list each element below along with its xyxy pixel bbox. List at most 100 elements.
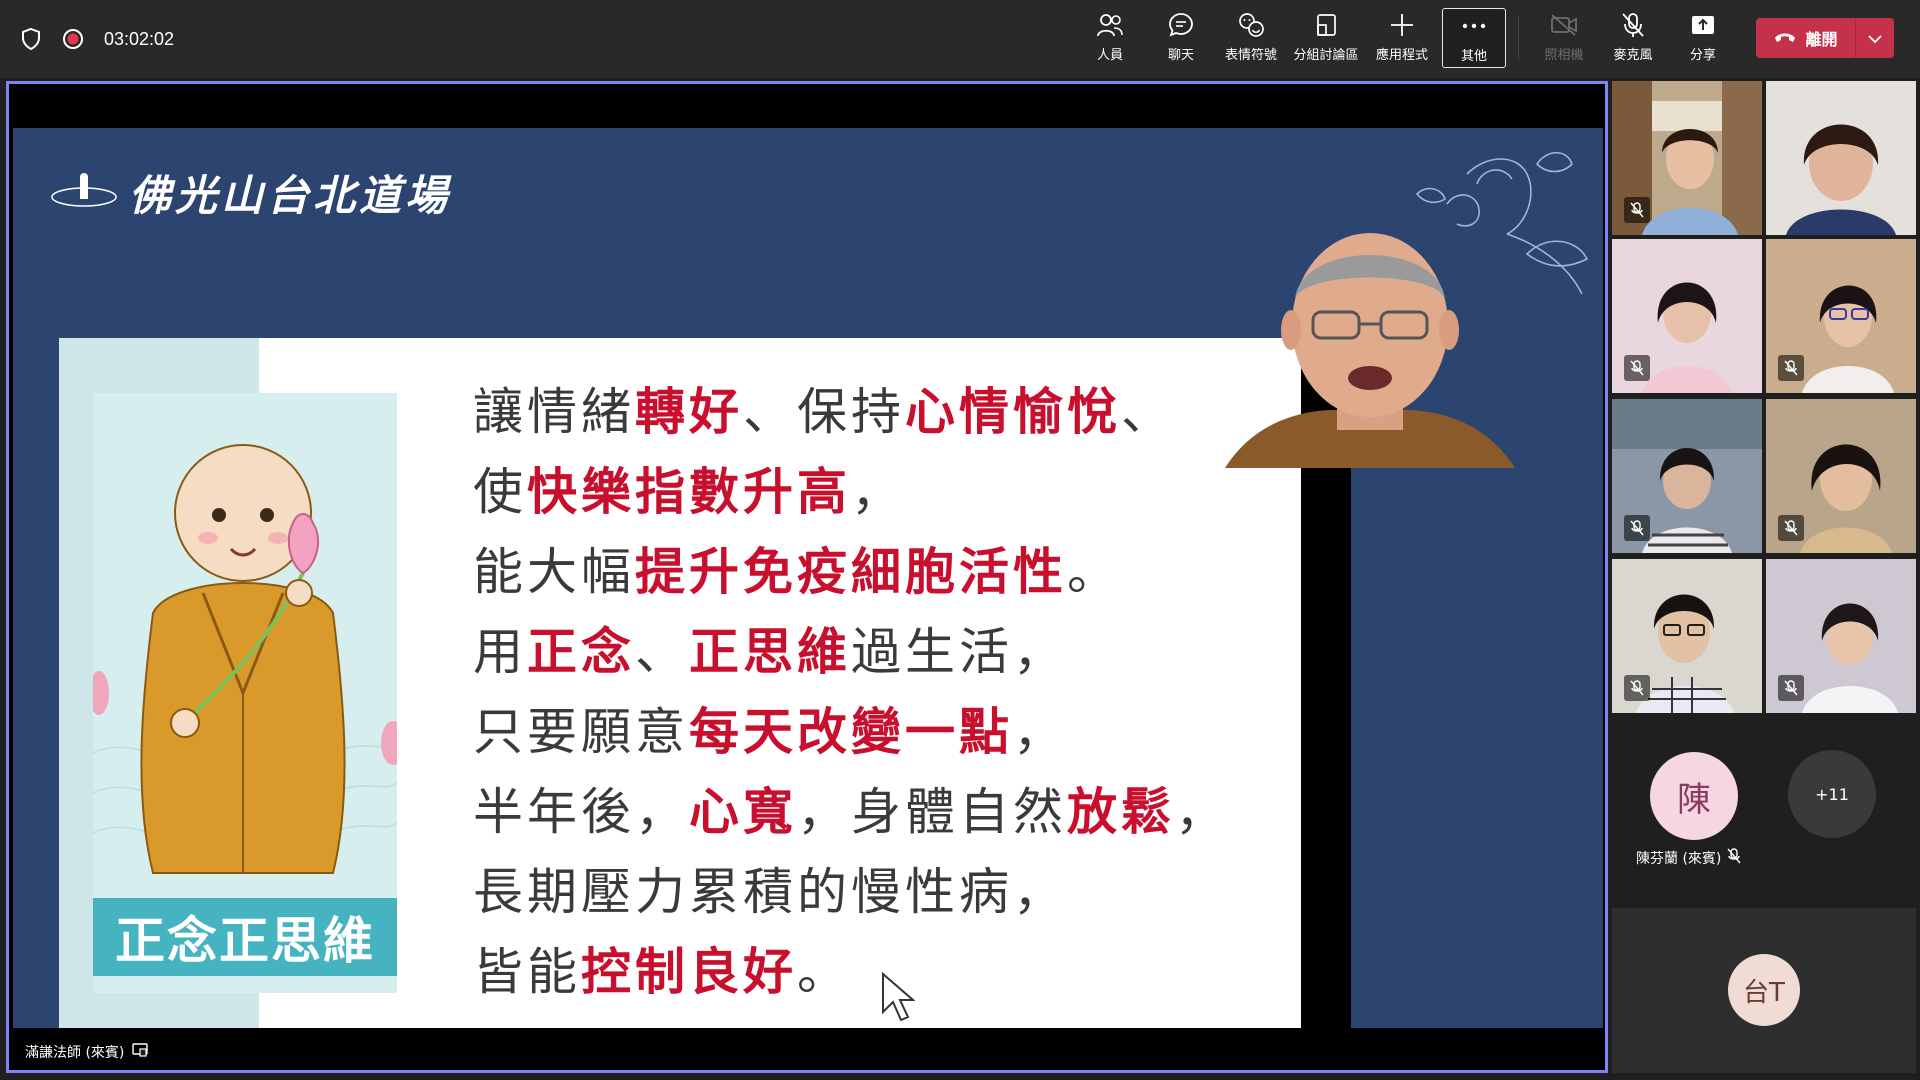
leave-button[interactable]: 離開 xyxy=(1756,18,1855,58)
meeting-window: 03:02:02 人員 聊天 表情符號 分組討論區 應用程式 其他 照相機 麥克… xyxy=(0,0,1920,1080)
shield-icon[interactable] xyxy=(20,27,42,51)
participant-name-tag: 陳芬蘭 (來賓) xyxy=(1636,848,1741,868)
self-view-tile[interactable]: 台T xyxy=(1612,908,1916,1073)
meeting-timer: 03:02:02 xyxy=(104,28,175,49)
participant-video-tile[interactable] xyxy=(1612,239,1762,393)
participant-name: 陳芬蘭 (來賓) xyxy=(1636,851,1722,867)
text-segment: 。 xyxy=(797,943,851,1001)
recording-icon xyxy=(62,28,84,50)
apps-button[interactable]: 應用程式 xyxy=(1370,8,1434,68)
highlighted-text: 每天改變一點 xyxy=(689,703,1013,761)
share-button[interactable]: 分享 xyxy=(1671,8,1735,68)
participant-video-tile[interactable] xyxy=(1766,399,1916,553)
chat-icon xyxy=(1167,8,1195,42)
slide-text-line: 讓情緒轉好、保持心情愉悅、 xyxy=(473,372,1293,452)
highlighted-text: 心寬 xyxy=(689,783,797,841)
participant-video-tile[interactable] xyxy=(1766,81,1916,235)
meeting-toolbar: 03:02:02 人員 聊天 表情符號 分組討論區 應用程式 其他 照相機 麥克… xyxy=(0,0,1920,78)
roster-panel: 陳 +11 陳芬蘭 (來賓) xyxy=(1612,722,1916,908)
highlighted-text: 控制良好 xyxy=(581,943,797,1001)
text-segment: 只要願意 xyxy=(473,703,689,761)
breakout-rooms-button[interactable]: 分組討論區 xyxy=(1293,8,1359,68)
chat-label: 聊天 xyxy=(1167,48,1194,63)
camera-label: 照相機 xyxy=(1544,48,1584,63)
mic-button[interactable]: 麥克風 xyxy=(1601,8,1665,68)
text-segment: 皆能 xyxy=(473,943,581,1001)
temple-name: 佛光山台北道場 xyxy=(129,171,452,220)
chat-button[interactable]: 聊天 xyxy=(1149,8,1213,68)
share-label: 分享 xyxy=(1689,48,1716,63)
participant-avatar[interactable]: 陳 xyxy=(1650,752,1738,840)
mic-off-icon xyxy=(1778,675,1804,701)
camera-off-icon xyxy=(1549,8,1579,42)
text-segment: ， xyxy=(851,463,905,521)
more-button[interactable]: 其他 xyxy=(1442,8,1506,68)
plus-icon xyxy=(1389,8,1415,42)
highlighted-text: 正念 xyxy=(527,623,635,681)
mic-off-icon xyxy=(1624,515,1650,541)
text-segment: 、 xyxy=(635,623,689,681)
presentation-slide: 佛光山台北道場 正念正思維 讓情緒轉好、保持心情愉悅、 使快樂指數升高， 能大幅… xyxy=(13,128,1603,1028)
text-segment: 。 xyxy=(1067,543,1121,601)
slide-text-line: 能大幅提升免疫細胞活性。 xyxy=(473,532,1293,612)
more-dots-icon xyxy=(1461,9,1487,43)
highlighted-text: 快樂指數升高 xyxy=(527,463,851,521)
mic-off-icon xyxy=(1778,515,1804,541)
apps-label: 應用程式 xyxy=(1375,48,1428,63)
people-button[interactable]: 人員 xyxy=(1078,8,1142,68)
chevron-down-icon xyxy=(1868,29,1882,48)
hang-up-icon xyxy=(1773,29,1797,48)
slide-text-line: 長期壓力累積的慢性病， xyxy=(473,852,1293,932)
temple-emblem-icon xyxy=(49,171,119,215)
participant-video-tile[interactable] xyxy=(1612,81,1762,235)
participant-video-tile[interactable] xyxy=(1612,559,1762,713)
mouse-pointer-icon xyxy=(881,971,916,1026)
text-segment: 長期壓力累積的慢性病， xyxy=(473,863,1067,921)
self-avatar: 台T xyxy=(1728,954,1800,1026)
more-label: 其他 xyxy=(1460,49,1487,64)
people-icon xyxy=(1096,8,1124,42)
highlighted-text: 轉好 xyxy=(635,383,743,441)
participant-video-tile[interactable] xyxy=(1766,559,1916,713)
reactions-label: 表情符號 xyxy=(1224,48,1277,63)
text-segment: 使 xyxy=(473,463,527,521)
presenter-name: 滿謙法師 (來賓) xyxy=(25,1045,125,1061)
slide-text-line: 用正念、正思維過生活， xyxy=(473,612,1293,692)
reactions-button[interactable]: 表情符號 xyxy=(1219,8,1283,68)
breakout-rooms-label: 分組討論區 xyxy=(1293,48,1359,63)
text-segment: ， xyxy=(1013,703,1067,761)
mic-off-icon xyxy=(1778,355,1804,381)
presenter-video xyxy=(1225,220,1515,468)
leave-label: 離開 xyxy=(1805,30,1838,49)
mic-off-icon xyxy=(1624,355,1650,381)
mic-label: 麥克風 xyxy=(1613,48,1653,63)
participant-video-tile[interactable] xyxy=(1766,239,1916,393)
text-segment: 、保持 xyxy=(743,383,905,441)
text-segment: ，身體自然 xyxy=(797,783,1067,841)
text-segment: 半年後， xyxy=(473,783,689,841)
highlighted-text: 心情愉悅 xyxy=(905,383,1121,441)
illustration-caption: 正念正思維 xyxy=(93,898,397,976)
participant-video-tile[interactable] xyxy=(1612,399,1762,553)
mic-off-icon xyxy=(1624,197,1650,223)
screen-share-icon xyxy=(132,1043,149,1061)
slide-text-line: 使快樂指數升高， xyxy=(473,452,1293,532)
mic-off-icon xyxy=(1620,8,1646,42)
slide-text-line: 只要願意每天改變一點， xyxy=(473,692,1293,772)
slide-content-card: 正念正思維 讓情緒轉好、保持心情愉悅、 使快樂指數升高， 能大幅提升免疫細胞活性。用… xyxy=(59,338,1301,1028)
reactions-icon xyxy=(1236,8,1266,42)
text-segment: 能大幅 xyxy=(473,543,635,601)
camera-button[interactable]: 照相機 xyxy=(1532,8,1596,68)
mic-off-icon xyxy=(1727,848,1741,868)
more-participants-button[interactable]: +11 xyxy=(1788,750,1876,838)
text-segment: 、 xyxy=(1121,383,1175,441)
people-label: 人員 xyxy=(1096,48,1123,63)
share-icon xyxy=(1690,8,1716,42)
temple-logo: 佛光山台北道場 xyxy=(49,162,451,223)
highlighted-text: 正思維 xyxy=(689,623,851,681)
highlighted-text: 放鬆 xyxy=(1067,783,1175,841)
text-segment: 過生活， xyxy=(851,623,1067,681)
participant-gallery xyxy=(1612,81,1916,721)
shared-content-stage[interactable]: 佛光山台北道場 正念正思維 讓情緒轉好、保持心情愉悅、 使快樂指數升高， 能大幅… xyxy=(6,81,1608,1073)
leave-options-button[interactable] xyxy=(1856,18,1894,58)
